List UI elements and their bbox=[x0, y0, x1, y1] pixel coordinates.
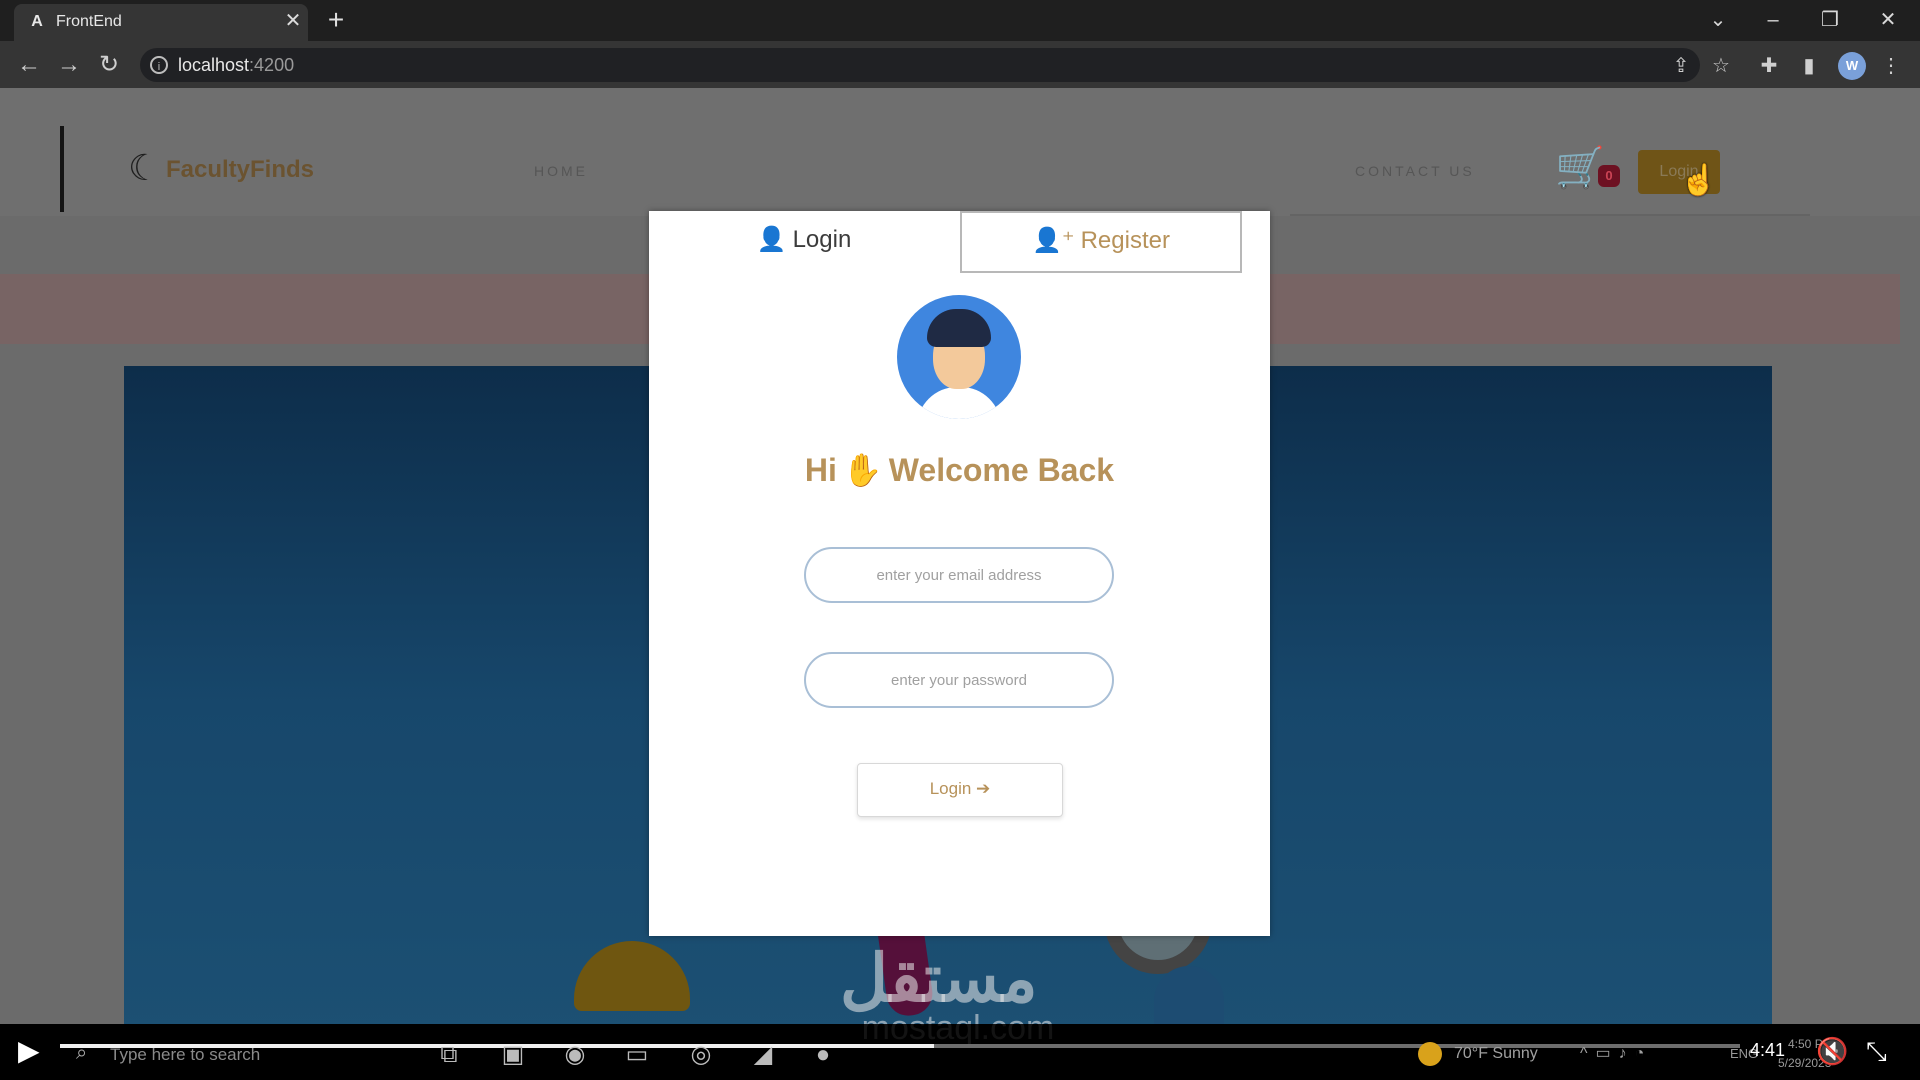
vscode-icon[interactable]: ◢ bbox=[746, 1038, 780, 1072]
chrome-active-icon[interactable]: ◎ bbox=[684, 1038, 718, 1072]
profile-avatar[interactable]: W bbox=[1838, 52, 1866, 80]
user-icon: 👤 bbox=[756, 226, 787, 253]
share-icon[interactable]: ⇪ bbox=[1668, 53, 1694, 79]
reload-button[interactable]: ↻ bbox=[94, 52, 124, 78]
menu-kebab-icon[interactable]: ⋮ bbox=[1878, 53, 1904, 79]
tab-register[interactable]: 👤⁺ Register bbox=[960, 211, 1242, 273]
folder-icon[interactable]: ▭ bbox=[620, 1038, 654, 1072]
site-navbar bbox=[0, 88, 1920, 216]
moon-logo-icon: ☾ bbox=[128, 147, 161, 188]
extensions-icon[interactable]: ✚ bbox=[1756, 53, 1782, 79]
cart-count-badge: 0 bbox=[1598, 165, 1620, 187]
nav-link-contact[interactable]: CONTACT US bbox=[1355, 163, 1475, 179]
login-modal: 👤Login 👤⁺Register Hi✋Welcome Back Login … bbox=[649, 211, 1270, 936]
close-window-button[interactable]: ✕ bbox=[1870, 6, 1906, 34]
search-icon[interactable]: ⌕ bbox=[76, 1042, 87, 1065]
new-tab-button[interactable]: + bbox=[322, 6, 350, 34]
restore-button[interactable]: ❐ bbox=[1812, 6, 1848, 34]
forward-button[interactable]: → bbox=[54, 52, 84, 78]
taskbar-search-input[interactable]: Type here to search bbox=[110, 1045, 260, 1065]
mute-icon[interactable]: 🔇 bbox=[1816, 1036, 1848, 1067]
browser-tab[interactable]: A FrontEnd ✕ bbox=[14, 4, 308, 41]
weather-text: 70°F Sunny bbox=[1454, 1045, 1538, 1062]
navbar-underline bbox=[1290, 214, 1810, 216]
page-viewport: ☾ FacultyFinds HOME CONTACT US 🛒 0 Login… bbox=[0, 88, 1920, 1024]
cart-icon[interactable]: 🛒 bbox=[1555, 146, 1605, 190]
watermark-logo: مستقل bbox=[840, 941, 1038, 1015]
tab-close-icon[interactable]: ✕ bbox=[282, 10, 304, 32]
hard-hat-illustration bbox=[574, 941, 690, 1011]
tab-login[interactable]: 👤 Login bbox=[649, 211, 959, 273]
brand-name[interactable]: FacultyFinds bbox=[166, 156, 314, 184]
back-button[interactable]: ← bbox=[14, 52, 44, 78]
task-view-icon[interactable]: ⧉ bbox=[432, 1038, 466, 1072]
tab-favicon-icon: A bbox=[31, 13, 43, 30]
url-text[interactable]: localhost:4200 bbox=[178, 55, 294, 76]
nav-link-home[interactable]: HOME bbox=[534, 163, 588, 179]
side-panel-icon[interactable]: ▮ bbox=[1796, 53, 1822, 79]
chrome-icon[interactable]: ◉ bbox=[558, 1038, 592, 1072]
app-icon[interactable]: ● bbox=[806, 1038, 840, 1072]
address-bar[interactable] bbox=[140, 48, 1700, 82]
store-icon[interactable]: ▣ bbox=[496, 1038, 530, 1072]
user-plus-icon: 👤⁺ bbox=[1032, 227, 1075, 254]
avatar-hair bbox=[927, 309, 991, 347]
password-field[interactable] bbox=[804, 652, 1114, 708]
play-button[interactable]: ▶ bbox=[18, 1036, 48, 1066]
pointer-cursor-icon: ☝ bbox=[1680, 164, 1718, 197]
minimize-button[interactable]: – bbox=[1755, 6, 1791, 34]
bookmark-star-icon[interactable]: ☆ bbox=[1708, 53, 1734, 79]
waving-hand-icon: ✋ bbox=[842, 452, 883, 488]
sign-in-icon: ➔ bbox=[976, 779, 991, 798]
login-submit-button[interactable]: Login ➔ bbox=[857, 763, 1063, 817]
welcome-heading: Hi ✋ Welcome Back bbox=[804, 452, 1115, 488]
avatar bbox=[897, 295, 1021, 419]
tab-search-icon[interactable]: ⌄ bbox=[1700, 6, 1736, 34]
flask-illustration bbox=[1154, 966, 1224, 1024]
avatar-body bbox=[917, 387, 1001, 419]
exit-fullscreen-icon[interactable]: ⤡ bbox=[1866, 1036, 1887, 1068]
tab-title: FrontEnd bbox=[56, 13, 122, 30]
system-tray-icons[interactable]: ^▭♪◔ bbox=[1580, 1043, 1652, 1063]
email-field[interactable] bbox=[804, 547, 1114, 603]
navbar-divider bbox=[60, 126, 64, 212]
sun-icon bbox=[1418, 1042, 1442, 1066]
site-info-icon[interactable]: i bbox=[150, 56, 168, 74]
